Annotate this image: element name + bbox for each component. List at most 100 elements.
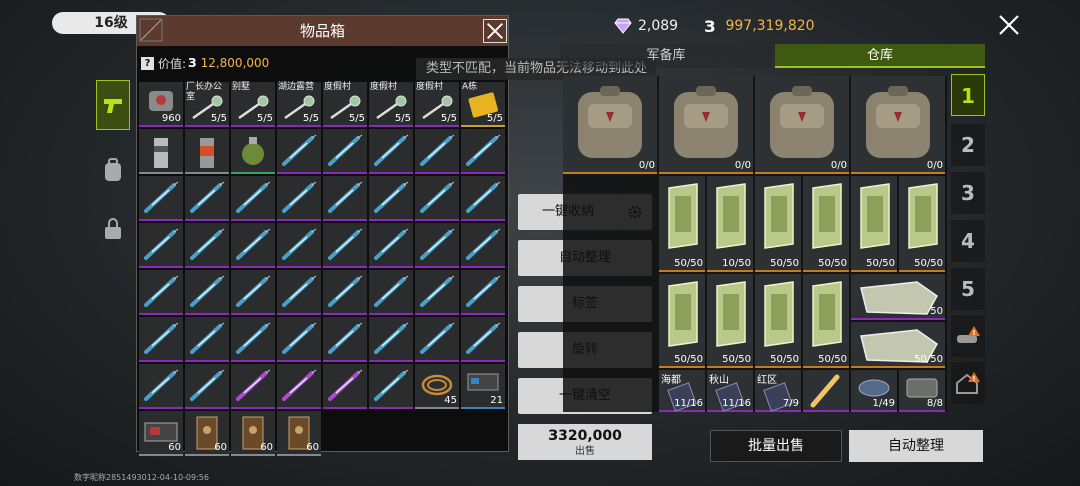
warehouse-plate[interactable]: 50/50 xyxy=(899,176,945,272)
box-slot-smoke[interactable] xyxy=(139,129,183,174)
box-slot-syringe[interactable] xyxy=(277,223,321,268)
warehouse-backpack[interactable]: 0/0 xyxy=(755,76,849,174)
box-slot-syringe[interactable] xyxy=(461,129,505,174)
box-slot-syringe[interactable] xyxy=(185,270,229,315)
box-slot-syringe[interactable] xyxy=(369,317,413,362)
box-slot-syringe[interactable] xyxy=(461,176,505,221)
box-slot-syringe[interactable] xyxy=(461,317,505,362)
warehouse-plate[interactable]: 50/50 xyxy=(659,274,705,368)
box-slot-5[interactable]: 度假村 5/5 xyxy=(323,82,367,127)
box-slot-ammo[interactable]: 21 xyxy=(461,364,505,409)
warehouse-key-3[interactable]: 红区 7/9 xyxy=(755,370,801,412)
box-close-icon[interactable] xyxy=(483,19,507,43)
box-slot-syringe[interactable] xyxy=(185,223,229,268)
page-tab-4[interactable]: 4 xyxy=(951,220,985,262)
warehouse-key-2[interactable]: 秋山 11/16 xyxy=(707,370,753,412)
box-slot-syringe[interactable] xyxy=(277,270,321,315)
warehouse-backpack[interactable]: 0/0 xyxy=(563,76,657,174)
box-slot-syringe[interactable] xyxy=(415,223,459,268)
box-slot-syringe[interactable] xyxy=(369,129,413,174)
box-slot-syringe[interactable] xyxy=(231,317,275,362)
box-slot-syringe[interactable] xyxy=(277,364,321,409)
box-slot-syringe[interactable] xyxy=(231,364,275,409)
box-slot-8[interactable]: A栋 5/5 xyxy=(461,82,505,127)
box-slot-2[interactable]: 厂长办公室 5/5 xyxy=(185,82,229,127)
box-slot-syringe[interactable] xyxy=(369,270,413,315)
box-slot-syringe[interactable] xyxy=(277,129,321,174)
box-slot-syringe[interactable] xyxy=(185,176,229,221)
box-slot-ammo-can[interactable]: 60 xyxy=(231,411,275,456)
box-slot-syringe[interactable] xyxy=(139,317,183,362)
box-slot-1[interactable]: 960 xyxy=(139,82,183,127)
box-slot-syringe[interactable] xyxy=(369,223,413,268)
box-slot-syringe[interactable] xyxy=(323,129,367,174)
warehouse-auto-sort-button[interactable]: 自动整理 xyxy=(849,430,983,462)
warehouse-plate[interactable]: 50/50 xyxy=(755,274,801,368)
box-slot-wire[interactable]: 45 xyxy=(415,364,459,409)
tab-warehouse[interactable]: 仓库 xyxy=(775,44,985,68)
warehouse-backpack[interactable]: 0/0 xyxy=(659,76,753,174)
box-slot-4[interactable]: 湖边露营 5/5 xyxy=(277,82,321,127)
box-slot-syringe[interactable] xyxy=(277,176,321,221)
warehouse-plate[interactable]: 50/50 xyxy=(803,176,849,272)
warehouse-tray[interactable]: 1/49 xyxy=(851,370,897,412)
box-slot-6[interactable]: 度假村 5/5 xyxy=(369,82,413,127)
box-slot-syringe[interactable] xyxy=(139,176,183,221)
box-slot-ammo-box[interactable]: 60 xyxy=(139,411,183,456)
sell-button[interactable]: З320,000 出售 xyxy=(518,424,652,460)
warehouse-plate[interactable]: 50/50 xyxy=(803,274,849,368)
box-slot-ammo-can[interactable]: 60 xyxy=(185,411,229,456)
box-slot-syringe[interactable] xyxy=(139,270,183,315)
category-weapons[interactable] xyxy=(96,80,130,130)
box-slot-syringe[interactable] xyxy=(185,317,229,362)
help-icon[interactable]: ? xyxy=(141,56,154,70)
box-slot-syringe[interactable] xyxy=(415,270,459,315)
warehouse-plate[interactable]: 10/50 xyxy=(707,176,753,272)
box-slot-syringe[interactable] xyxy=(323,317,367,362)
box-slot-syringe[interactable] xyxy=(231,176,275,221)
warehouse-vest[interactable]: 50 xyxy=(851,274,945,320)
box-slot-syringe[interactable] xyxy=(461,270,505,315)
box-slot-3[interactable]: 别墅 5/5 xyxy=(231,82,275,127)
box-slot-syringe[interactable] xyxy=(369,364,413,409)
warehouse-key-1[interactable]: 海都 11/16 xyxy=(659,370,705,412)
box-slot-syringe[interactable] xyxy=(231,270,275,315)
warehouse-backpack[interactable]: 0/0 xyxy=(851,76,945,174)
box-slot-ammo-can[interactable]: 60 xyxy=(277,411,321,456)
box-slot-syringe[interactable] xyxy=(415,317,459,362)
box-slot-syringe[interactable] xyxy=(139,223,183,268)
category-locked[interactable] xyxy=(96,205,130,255)
box-slot-syringe[interactable] xyxy=(139,364,183,409)
warehouse-plate[interactable]: 50/50 xyxy=(755,176,801,272)
warehouse-vest[interactable]: 50/50 xyxy=(851,322,945,368)
box-slot-7[interactable]: 度假村 5/5 xyxy=(415,82,459,127)
bulk-sell-button[interactable]: 批量出售 xyxy=(710,430,842,462)
box-slot-syringe[interactable] xyxy=(369,176,413,221)
page-tab-3[interactable]: 3 xyxy=(951,172,985,214)
tab-armory[interactable]: 军备库 xyxy=(560,44,772,68)
box-slot-syringe[interactable] xyxy=(185,364,229,409)
box-slot-syringe[interactable] xyxy=(231,223,275,268)
box-slot-flash[interactable] xyxy=(185,129,229,174)
box-slot-syringe[interactable] xyxy=(323,223,367,268)
warehouse-plate[interactable]: 50/50 xyxy=(707,274,753,368)
page-tab-2[interactable]: 2 xyxy=(951,124,985,166)
page-tab-house[interactable]: ! xyxy=(951,362,985,404)
warehouse-injector[interactable] xyxy=(803,370,849,412)
page-tab-5[interactable]: 5 xyxy=(951,268,985,310)
warehouse-plate[interactable]: 50/50 xyxy=(851,176,897,272)
page-tab-1[interactable]: 1 xyxy=(951,74,985,116)
category-backpack[interactable] xyxy=(96,145,130,195)
box-slot-syringe[interactable] xyxy=(461,223,505,268)
warehouse-case[interactable]: 8/8 xyxy=(899,370,945,412)
box-slot-syringe[interactable] xyxy=(415,176,459,221)
warehouse-plate[interactable]: 50/50 xyxy=(659,176,705,272)
box-slot-syringe[interactable] xyxy=(323,176,367,221)
box-slot-grenade[interactable] xyxy=(231,129,275,174)
box-slot-syringe[interactable] xyxy=(415,129,459,174)
close-icon[interactable] xyxy=(996,12,1022,38)
box-slot-syringe[interactable] xyxy=(323,270,367,315)
page-tab-vehicle[interactable]: ! xyxy=(951,315,985,357)
box-slot-syringe[interactable] xyxy=(277,317,321,362)
box-slot-syringe[interactable] xyxy=(323,364,367,409)
